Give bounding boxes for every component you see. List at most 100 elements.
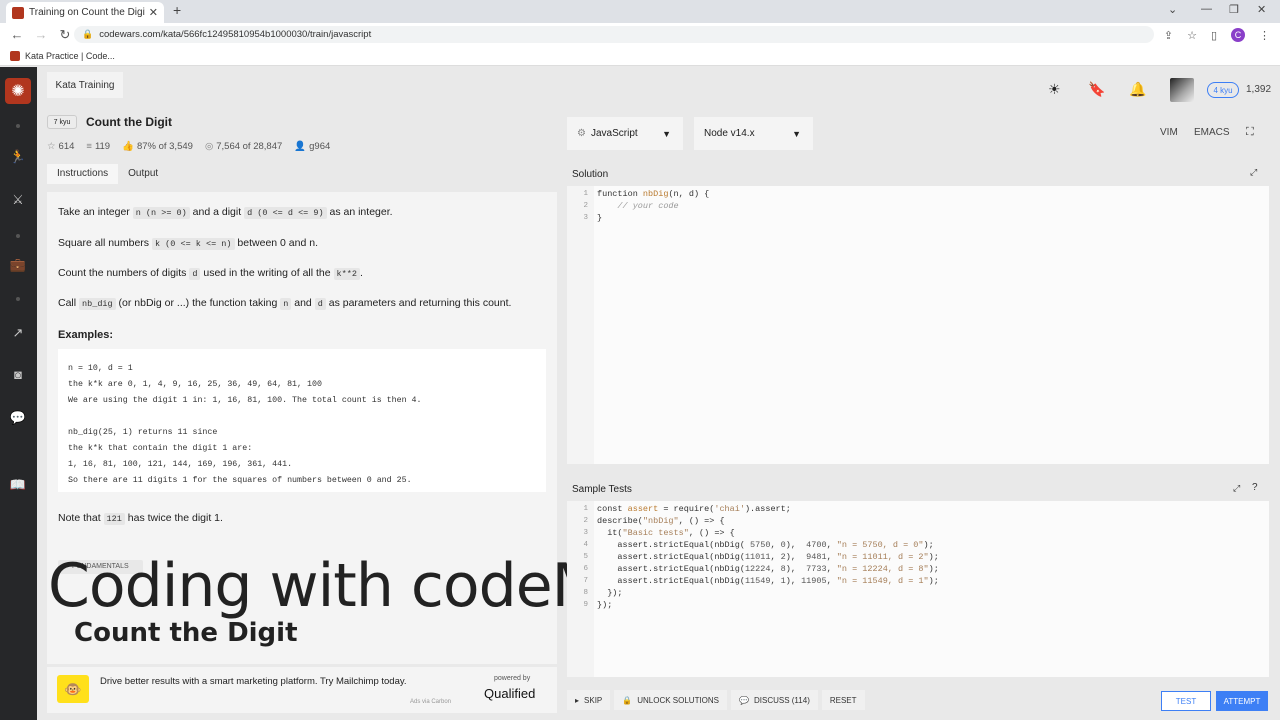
chat-icon: 💬 xyxy=(739,695,749,705)
url-text: codewars.com/kata/566fc12495810954b10000… xyxy=(99,29,372,40)
vim-mode-button[interactable]: VIM xyxy=(1160,127,1178,138)
ad-via-label[interactable]: Ads via Carbon xyxy=(410,699,451,705)
profile-avatar[interactable]: C xyxy=(1231,28,1245,42)
practice-icon[interactable]: ⚔ xyxy=(8,192,28,208)
theme-sun-icon[interactable]: ☀ xyxy=(1048,81,1061,98)
user-icon: 👤 xyxy=(294,141,307,152)
bookmark-star-icon[interactable]: ☆ xyxy=(1187,29,1197,42)
sidebar-dot xyxy=(16,234,20,238)
ad-text[interactable]: Drive better results with a smart market… xyxy=(100,676,407,687)
sidebar-dot xyxy=(16,124,20,128)
docs-book-icon[interactable]: 📖 xyxy=(8,477,28,493)
unlock-solutions-button[interactable]: 🔒 UNLOCK SOLUTIONS xyxy=(614,690,728,710)
sidebar-dot xyxy=(16,297,20,301)
menu-kebab-icon[interactable]: ⋮ xyxy=(1259,29,1270,42)
user-rank-badge: 4 kyu xyxy=(1207,82,1239,98)
side-panel-icon[interactable]: ▯ xyxy=(1211,29,1217,42)
description-paragraph: Square all numbers k (0 <= k <= n) betwe… xyxy=(58,237,318,250)
tests-pane-header: Sample Tests xyxy=(567,478,1269,500)
line-gutter: 123 xyxy=(567,186,594,464)
attempt-button[interactable]: ATTEMPT xyxy=(1216,691,1268,711)
ad-banner[interactable]: 🐵 Drive better results with a smart mark… xyxy=(47,667,557,713)
briefcase-icon[interactable]: 💼 xyxy=(8,257,28,273)
runtime-select[interactable]: Node v14.x ▼ xyxy=(694,117,813,150)
discuss-icon[interactable]: 💬 xyxy=(8,410,28,426)
tests-code[interactable]: const assert = require('chai').assert; de… xyxy=(597,501,939,611)
close-window-icon[interactable]: ✕ xyxy=(1257,3,1266,16)
solution-editor[interactable]: 123 function nbDig(n, d) { // your code} xyxy=(567,186,1269,464)
leaderboard-icon[interactable]: ↗ xyxy=(8,325,28,341)
note-paragraph: Note that 121 has twice the digit 1. xyxy=(58,512,223,525)
kata-rank-badge: 7 kyu xyxy=(47,115,77,129)
forward-icon[interactable]: → xyxy=(34,27,48,42)
codewars-logo-icon[interactable]: ✺ xyxy=(5,78,31,104)
user-avatar[interactable] xyxy=(1170,78,1194,102)
close-tab-icon[interactable]: ✕ xyxy=(149,6,158,19)
training-icon[interactable]: 🏃 xyxy=(8,149,28,165)
stars-stat[interactable]: ☆ 614 xyxy=(47,141,74,152)
lock-icon: 🔒 xyxy=(82,29,94,39)
expand-solution-icon[interactable]: ⤢ xyxy=(1250,167,1257,178)
language-icon: ⚙ xyxy=(577,128,586,139)
bookmark-icon[interactable]: 🔖 xyxy=(1088,81,1105,98)
satisfaction-stat: 👍 87% of 3,549 xyxy=(122,141,193,152)
help-icon[interactable]: ? xyxy=(1252,482,1258,493)
back-icon[interactable]: ← xyxy=(10,27,24,42)
powered-by-label: powered by xyxy=(494,675,531,682)
url-field[interactable]: 🔒 codewars.com/kata/566fc12495810954b100… xyxy=(74,26,1154,43)
top-bar: Kata Training ☀ 🔖 🔔 4 kyu 1,392 xyxy=(37,67,1280,109)
example-code-block: n = 10, d = 1 the k*k are 0, 1, 4, 9, 16… xyxy=(58,349,546,492)
minimize-icon[interactable]: — xyxy=(1201,3,1212,15)
star-icon: ☆ xyxy=(47,141,56,152)
examples-heading: Examples: xyxy=(58,329,114,341)
browser-tab-title: Training on Count the Digit | Cod xyxy=(29,7,145,18)
qualified-logo[interactable]: Qualified xyxy=(484,686,535,701)
kata-title: Count the Digit xyxy=(86,115,172,129)
discuss-button[interactable]: 💬 DISCUSS (114) xyxy=(731,690,818,710)
honor-score: 1,392 xyxy=(1246,84,1272,95)
reset-button[interactable]: RESET xyxy=(821,690,865,710)
new-tab-icon[interactable]: + xyxy=(173,2,181,18)
emacs-mode-button[interactable]: EMACS xyxy=(1194,127,1230,138)
thumbs-up-icon: 👍 xyxy=(122,141,134,152)
browser-tab-bar: Training on Count the Digit | Cod ✕ + ⌄ … xyxy=(0,0,1280,23)
overlay-subtitle: Count the Digit xyxy=(74,618,298,648)
kata-stats: ☆ 614 ≡ 119 👍 87% of 3,549 ◎ 7,564 of 28,847… xyxy=(47,141,330,152)
line-gutter: 123456789 xyxy=(567,501,594,677)
skip-button[interactable]: ▸ SKIP xyxy=(567,690,611,710)
reload-icon[interactable]: ↻ xyxy=(58,27,72,43)
fullscreen-icon[interactable]: ⛶ xyxy=(1246,126,1254,139)
sample-tests-label: Sample Tests xyxy=(572,483,632,495)
stack-icon: ≡ xyxy=(86,141,92,152)
browser-tab[interactable]: Training on Count the Digit | Cod ✕ xyxy=(6,2,164,23)
share-icon[interactable]: ⇪ xyxy=(1164,29,1173,42)
language-select[interactable]: ⚙ JavaScript ▼ xyxy=(567,117,683,150)
solution-label: Solution xyxy=(572,168,609,180)
mailchimp-logo-icon: 🐵 xyxy=(57,675,89,703)
bookmarks-bar: Kata Practice | Code... xyxy=(0,46,1280,66)
description-paragraph: Call nb_dig (or nbDig or ...) the functi… xyxy=(58,297,512,310)
kata-meta: 7 kyu Count the Digit ☆ 614 ≡ 119 👍 87% of … xyxy=(47,111,557,163)
completed-stat: ◎ 7,564 of 28,847 xyxy=(204,141,283,152)
solution-pane-header: Solution xyxy=(567,163,1269,185)
bookmark-kata-practice[interactable]: Kata Practice | Code... xyxy=(25,51,115,61)
discord-icon[interactable]: ◙ xyxy=(8,367,28,383)
chevron-down-icon: ▼ xyxy=(662,128,671,139)
tests-editor[interactable]: 123456789 const assert = require('chai')… xyxy=(567,501,1269,677)
left-sidebar: ✺ 🏃 ⚔ 💼 ↗ ◙ 💬 📖 xyxy=(0,67,37,720)
restore-icon[interactable]: ❐ xyxy=(1229,3,1239,16)
expand-tests-icon[interactable]: ⤢ xyxy=(1233,483,1240,494)
notifications-bell-icon[interactable]: 🔔 xyxy=(1129,81,1146,98)
address-bar: ← → ↻ 🔒 codewars.com/kata/566fc124958109… xyxy=(0,23,1280,46)
solution-code[interactable]: function nbDig(n, d) { // your code} xyxy=(597,186,709,224)
skip-icon: ▸ xyxy=(575,695,580,705)
collections-stat[interactable]: ≡ 119 xyxy=(86,141,110,152)
author-stat[interactable]: 👤 g964 xyxy=(294,141,330,152)
tab-search-icon[interactable]: ⌄ xyxy=(1168,3,1177,16)
test-button[interactable]: TEST xyxy=(1161,691,1211,711)
tab-instructions[interactable]: Instructions xyxy=(47,164,119,184)
description-tabs: Instructions Output xyxy=(47,164,557,186)
target-icon: ◎ xyxy=(204,141,214,152)
tab-output[interactable]: Output xyxy=(118,164,168,184)
kata-training-label: Kata Training xyxy=(47,72,123,98)
